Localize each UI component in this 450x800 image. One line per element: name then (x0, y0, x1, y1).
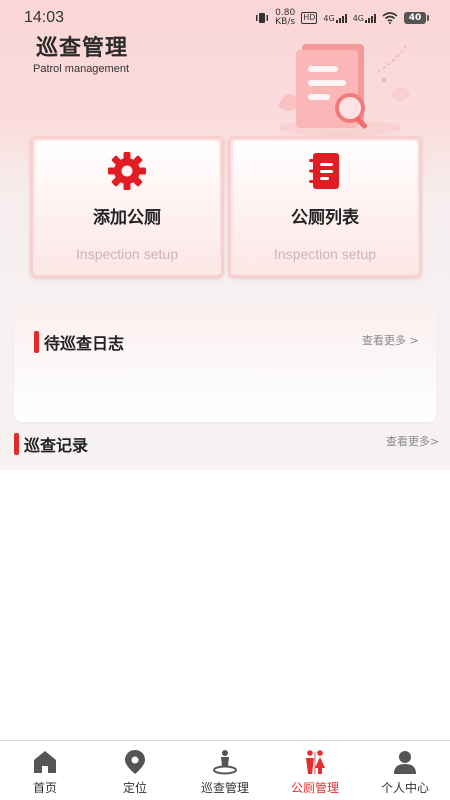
network-label-1: 4G (323, 14, 335, 23)
tab-personal-center[interactable]: 个人中心 (360, 741, 450, 800)
tab-label: 公厕管理 (290, 781, 339, 795)
home-icon (34, 751, 56, 773)
tab-home[interactable]: 首页 (0, 741, 90, 800)
card-label: 公厕列表 (291, 208, 359, 228)
pending-log-panel (14, 306, 436, 422)
battery-icon: 40 (404, 12, 429, 24)
notebook-icon (309, 153, 339, 189)
user-icon (394, 751, 416, 774)
tab-label: 首页 (32, 781, 57, 795)
hd-badge: HD (301, 12, 318, 24)
restroom-list-card[interactable]: 公厕列表 Inspection setup (228, 136, 422, 278)
speed-unit: KB/s (275, 17, 296, 27)
records-more-link[interactable]: 查看更多> (386, 433, 439, 449)
add-restroom-card[interactable]: 添加公厕 Inspection setup (30, 136, 224, 278)
tab-location[interactable]: 定位 (90, 741, 180, 800)
records-title: 巡查记录 (24, 436, 89, 455)
signal-icon (365, 13, 376, 23)
pending-log-title: 待巡查日志 (44, 334, 125, 353)
patrol-person-icon (213, 750, 237, 775)
card-subtitle: Inspection setup (274, 246, 376, 262)
document-magnifier-illustration (278, 44, 410, 136)
vibrate-icon (256, 13, 269, 23)
signal-icon (335, 13, 347, 23)
status-icons: 0.80 KB/s HD 4G 4G 40 (255, 9, 429, 27)
location-pin-icon (125, 750, 145, 774)
tab-label: 巡查管理 (200, 781, 249, 795)
section-marker (34, 331, 39, 353)
tab-restroom-management[interactable]: 公厕管理 (270, 741, 360, 800)
card-label: 添加公厕 (93, 208, 161, 228)
pending-log-more-link[interactable]: 查看更多 > (362, 332, 419, 348)
network-label-2: 4G (352, 14, 364, 23)
tab-label: 定位 (122, 781, 147, 795)
page-subtitle: Patrol management (33, 63, 129, 75)
network-4g-2: 4G (353, 13, 376, 23)
status-time: 14:03 (24, 9, 65, 26)
tab-label: 个人中心 (380, 781, 429, 795)
tab-patrol-management[interactable]: 巡查管理 (180, 741, 270, 800)
network-4g-1: 4G (323, 13, 347, 23)
wifi-icon (382, 12, 398, 24)
network-speed: 0.80 KB/s (275, 9, 295, 27)
restroom-icon (306, 750, 325, 774)
section-marker (14, 433, 19, 455)
card-subtitle: Inspection setup (76, 246, 178, 262)
bottom-tab-bar: 首页 定位 巡查管理 公厕管理 个人中心 (0, 740, 450, 800)
gear-icon (108, 152, 146, 190)
page-title: 巡查管理 (36, 36, 129, 61)
